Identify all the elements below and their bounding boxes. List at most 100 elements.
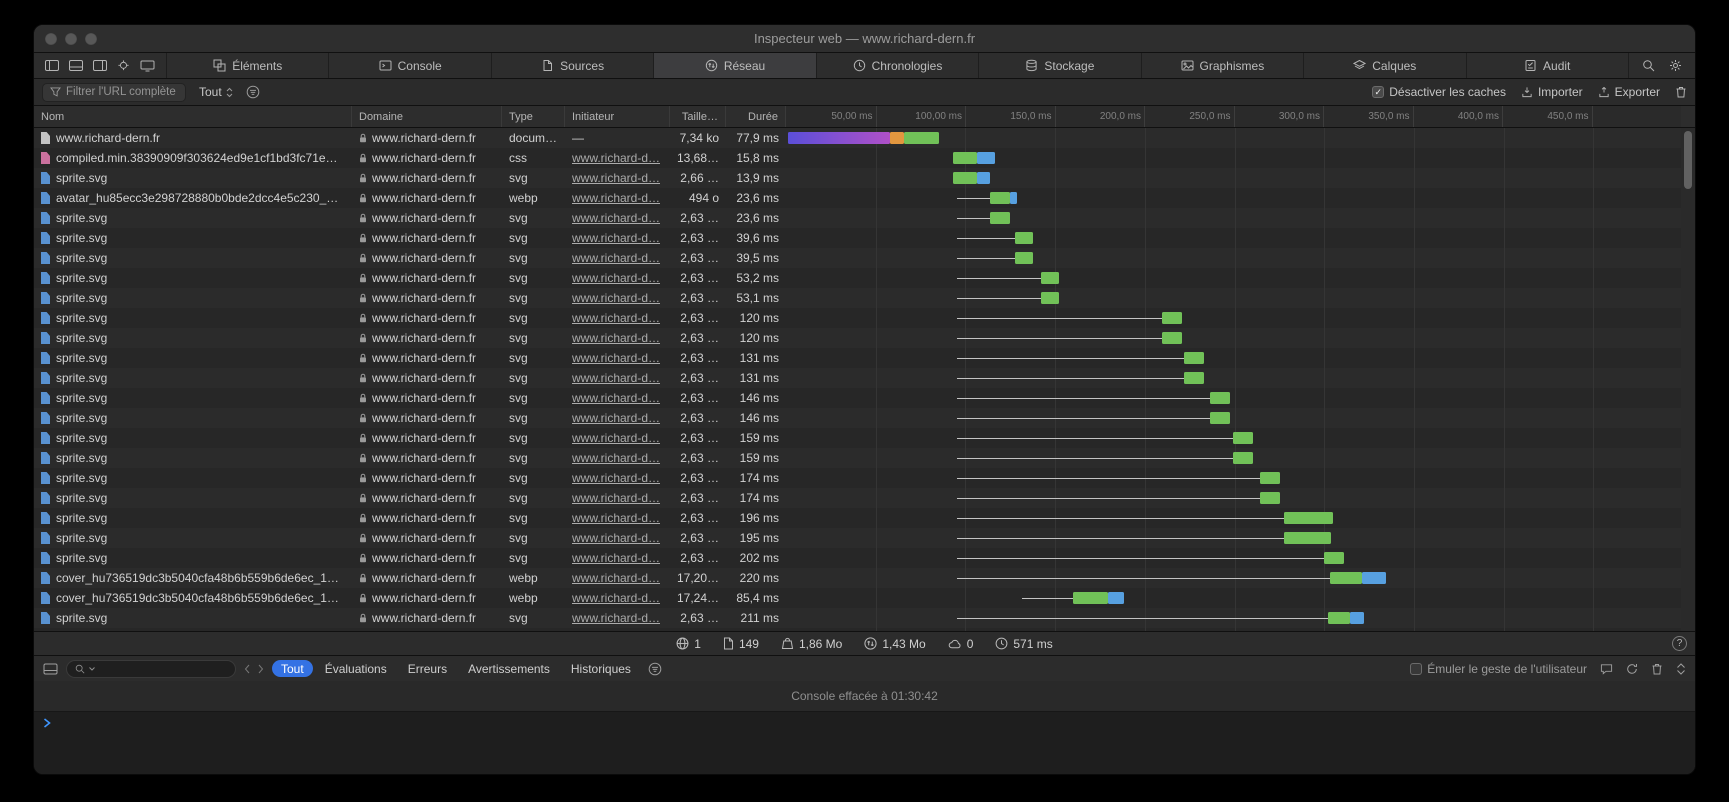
- table-row[interactable]: cover_hu736519dc3b5040cfa48b6b559b6de6ec…: [34, 588, 1695, 608]
- resource-initiator[interactable]: www.richard-d…: [572, 171, 660, 185]
- element-picker-icon[interactable]: [117, 59, 130, 72]
- resource-initiator[interactable]: www.richard-d…: [572, 491, 660, 505]
- type-filter-dropdown[interactable]: Tout: [195, 85, 237, 99]
- resource-initiator[interactable]: www.richard-d…: [572, 471, 660, 485]
- table-row[interactable]: sprite.svg www.richard-dern.fr svg www.r…: [34, 228, 1695, 248]
- table-row[interactable]: sprite.svg www.richard-dern.fr svg www.r…: [34, 288, 1695, 308]
- table-row[interactable]: sprite.svg www.richard-dern.fr svg www.r…: [34, 268, 1695, 288]
- previous-result-icon[interactable]: [244, 664, 250, 674]
- column-header-name[interactable]: Nom: [34, 106, 352, 127]
- console-search-input[interactable]: [99, 663, 227, 675]
- console-tab-logs[interactable]: Historiques: [562, 660, 640, 677]
- table-row[interactable]: sprite.svg www.richard-dern.fr svg www.r…: [34, 448, 1695, 468]
- table-row[interactable]: sprite.svg www.richard-dern.fr svg www.r…: [34, 408, 1695, 428]
- resource-initiator[interactable]: www.richard-d…: [572, 391, 660, 405]
- resource-initiator[interactable]: www.richard-d…: [572, 411, 660, 425]
- table-row[interactable]: sprite.svg www.richard-dern.fr svg www.r…: [34, 208, 1695, 228]
- resource-initiator[interactable]: www.richard-d…: [572, 191, 660, 205]
- resource-initiator[interactable]: www.richard-d…: [572, 251, 660, 265]
- tab-audit[interactable]: Audit: [1467, 53, 1629, 78]
- resource-initiator[interactable]: www.richard-d…: [572, 591, 660, 605]
- resource-initiator[interactable]: www.richard-d…: [572, 531, 660, 545]
- column-header-initiator[interactable]: Initiateur: [565, 106, 670, 127]
- column-header-type[interactable]: Type: [502, 106, 565, 127]
- scrollbar-thumb[interactable]: [1684, 131, 1692, 189]
- table-row[interactable]: sprite.svg www.richard-dern.fr svg www.r…: [34, 548, 1695, 568]
- zoom-window-button[interactable]: [85, 33, 97, 45]
- table-row[interactable]: compiled.min.38390909f303624ed9e1cf1bd3f…: [34, 148, 1695, 168]
- resource-initiator[interactable]: www.richard-d…: [572, 271, 660, 285]
- console-tab-warnings[interactable]: Avertissements: [459, 660, 559, 677]
- console-tab-errors[interactable]: Erreurs: [399, 660, 456, 677]
- emulate-user-gesture-checkbox[interactable]: ✓ Émuler le geste de l'utilisateur: [1410, 662, 1587, 676]
- resource-initiator[interactable]: www.richard-d…: [572, 371, 660, 385]
- resource-initiator[interactable]: www.richard-d…: [572, 351, 660, 365]
- column-header-duration[interactable]: Durée: [726, 106, 786, 127]
- tab-network[interactable]: Réseau: [654, 53, 816, 78]
- console-prompt[interactable]: [34, 712, 1695, 734]
- tab-storage[interactable]: Stockage: [979, 53, 1141, 78]
- resource-initiator[interactable]: www.richard-d…: [572, 211, 660, 225]
- disable-caches-checkbox[interactable]: ✓ Désactiver les caches: [1372, 85, 1506, 99]
- tab-console[interactable]: Console: [329, 53, 491, 78]
- import-button[interactable]: Importer: [1521, 85, 1583, 99]
- tab-graphics[interactable]: Graphismes: [1142, 53, 1304, 78]
- table-row[interactable]: sprite.svg www.richard-dern.fr svg www.r…: [34, 468, 1695, 488]
- expand-console-icon[interactable]: [1676, 663, 1686, 675]
- table-row[interactable]: sprite.svg www.richard-dern.fr svg www.r…: [34, 508, 1695, 528]
- table-row[interactable]: sprite.svg www.richard-dern.fr svg www.r…: [34, 248, 1695, 268]
- resource-initiator[interactable]: www.richard-d…: [572, 431, 660, 445]
- table-row[interactable]: sprite.svg www.richard-dern.fr svg www.r…: [34, 308, 1695, 328]
- dock-side-left-icon[interactable]: [45, 60, 59, 71]
- device-settings-icon[interactable]: [140, 60, 155, 72]
- table-row[interactable]: sprite.svg www.richard-dern.fr svg www.r…: [34, 428, 1695, 448]
- table-row[interactable]: sprite.svg www.richard-dern.fr svg www.r…: [34, 388, 1695, 408]
- refresh-icon[interactable]: [1626, 663, 1638, 675]
- table-row[interactable]: cover_hu736519dc3b5040cfa48b6b559b6de6ec…: [34, 568, 1695, 588]
- resource-initiator[interactable]: www.richard-d…: [572, 151, 660, 165]
- url-filter-field[interactable]: [42, 83, 186, 102]
- resource-initiator[interactable]: www.richard-d…: [572, 611, 660, 625]
- resource-initiator[interactable]: www.richard-d…: [572, 311, 660, 325]
- column-header-size[interactable]: Taille…: [670, 106, 726, 127]
- table-row[interactable]: avatar_hu85ecc3e298728880b0bde2dcc4e5c23…: [34, 188, 1695, 208]
- export-button[interactable]: Exporter: [1598, 85, 1660, 99]
- tab-timelines[interactable]: Chronologies: [817, 53, 979, 78]
- resource-initiator[interactable]: www.richard-d…: [572, 511, 660, 525]
- resource-initiator[interactable]: www.richard-d…: [572, 451, 660, 465]
- tab-layers[interactable]: Calques: [1304, 53, 1466, 78]
- table-row[interactable]: sprite.svg www.richard-dern.fr svg www.r…: [34, 168, 1695, 188]
- column-header-domain[interactable]: Domaine: [352, 106, 502, 127]
- console-tab-all[interactable]: Tout: [272, 660, 313, 677]
- resource-initiator[interactable]: www.richard-d…: [572, 331, 660, 345]
- table-row[interactable]: sprite.svg www.richard-dern.fr svg www.r…: [34, 328, 1695, 348]
- next-result-icon[interactable]: [258, 664, 264, 674]
- resource-initiator[interactable]: www.richard-d…: [572, 571, 660, 585]
- vertical-scrollbar[interactable]: [1681, 128, 1695, 631]
- search-icon[interactable]: [1642, 59, 1655, 72]
- dock-bottom-icon[interactable]: [69, 60, 83, 71]
- console-tab-evaluations[interactable]: Évaluations: [316, 660, 396, 677]
- table-row[interactable]: sprite.svg www.richard-dern.fr svg www.r…: [34, 348, 1695, 368]
- scrollbar-top-chevron[interactable]: [1681, 106, 1695, 127]
- gear-icon[interactable]: [1669, 59, 1682, 72]
- url-filter-input[interactable]: [66, 86, 178, 98]
- table-row[interactable]: www.richard-dern.fr www.richard-dern.fr …: [34, 128, 1695, 148]
- trash-icon[interactable]: [1675, 86, 1687, 98]
- console-input-area[interactable]: [34, 712, 1695, 774]
- table-row[interactable]: sprite.svg www.richard-dern.fr svg www.r…: [34, 608, 1695, 628]
- resource-initiator[interactable]: www.richard-d…: [572, 551, 660, 565]
- table-row[interactable]: sprite.svg www.richard-dern.fr svg www.r…: [34, 368, 1695, 388]
- table-row[interactable]: sprite.svg www.richard-dern.fr svg www.r…: [34, 488, 1695, 508]
- table-row[interactable]: sprite.svg www.richard-dern.fr svg www.r…: [34, 528, 1695, 548]
- minimize-window-button[interactable]: [65, 33, 77, 45]
- resource-initiator[interactable]: www.richard-d…: [572, 291, 660, 305]
- resource-initiator[interactable]: www.richard-d…: [572, 231, 660, 245]
- dock-side-right-icon[interactable]: [93, 60, 107, 71]
- console-filter-options-icon[interactable]: [648, 662, 662, 676]
- help-button[interactable]: ?: [1672, 636, 1687, 651]
- clear-console-trash-icon[interactable]: [1651, 663, 1663, 675]
- console-messages-icon[interactable]: [1600, 663, 1613, 675]
- close-window-button[interactable]: [45, 33, 57, 45]
- filter-options-icon[interactable]: [246, 85, 260, 99]
